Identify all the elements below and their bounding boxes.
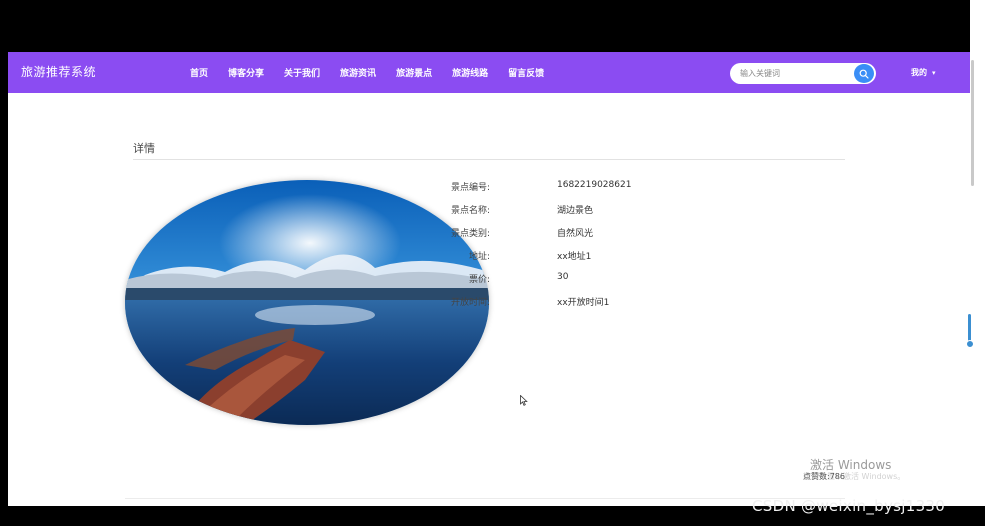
likes-count: 点赞数:786 <box>803 472 845 481</box>
field-value: 30 <box>557 272 569 282</box>
nav-item-about[interactable]: 关于我们 <box>284 66 320 79</box>
field-value: xx地址1 <box>557 252 592 262</box>
nav-item-attractions[interactable]: 旅游景点 <box>396 66 432 79</box>
search-input[interactable] <box>740 66 848 81</box>
nav-item-feedback[interactable]: 留言反馈 <box>508 66 544 79</box>
nav-item-news[interactable]: 旅游资讯 <box>340 66 376 79</box>
page: 旅游推荐系统 首页 博客分享 关于我们 旅游资讯 旅游景点 旅游线路 留言反馈 … <box>8 52 970 506</box>
side-slider-handle[interactable] <box>966 340 974 348</box>
field-value: xx开放时间1 <box>557 298 610 308</box>
field-label: 景点类别: <box>450 229 490 239</box>
nav-item-routes[interactable]: 旅游线路 <box>452 66 488 79</box>
field-label: 票价: <box>468 275 490 285</box>
field-value: 湖边景色 <box>557 206 594 216</box>
field-value: 自然风光 <box>557 229 594 239</box>
search-box <box>730 63 876 84</box>
field-value: 1682219028621 <box>557 180 632 190</box>
field-label: 景点名称: <box>450 206 490 216</box>
field-label: 景点编号: <box>450 183 490 193</box>
scrollbar-thumb[interactable] <box>971 60 974 186</box>
section-title: 详情 <box>133 142 155 155</box>
mouse-cursor-icon <box>520 391 528 410</box>
main-menu: 首页 博客分享 关于我们 旅游资讯 旅游景点 旅游线路 留言反馈 <box>190 52 564 93</box>
chevron-down-icon: ▾ <box>932 69 936 77</box>
field-label: 开放时间: <box>450 298 490 308</box>
nav-item-home[interactable]: 首页 <box>190 66 208 79</box>
video-top-letterbox <box>0 0 985 52</box>
title-divider <box>133 159 845 160</box>
user-menu-label: 我的 <box>911 68 927 77</box>
top-navbar: 旅游推荐系统 首页 博客分享 关于我们 旅游资讯 旅游景点 旅游线路 留言反馈 … <box>8 52 970 93</box>
footer-divider <box>125 498 845 499</box>
search-button[interactable] <box>854 64 874 83</box>
brand-title: 旅游推荐系统 <box>21 65 97 79</box>
nav-item-blog[interactable]: 博客分享 <box>228 66 264 79</box>
field-label: 地址: <box>468 252 490 262</box>
search-icon <box>859 69 869 79</box>
user-menu[interactable]: 我的 ▾ <box>911 52 936 94</box>
csdn-watermark: CSDN @weixin_bysj1330 <box>752 497 946 515</box>
